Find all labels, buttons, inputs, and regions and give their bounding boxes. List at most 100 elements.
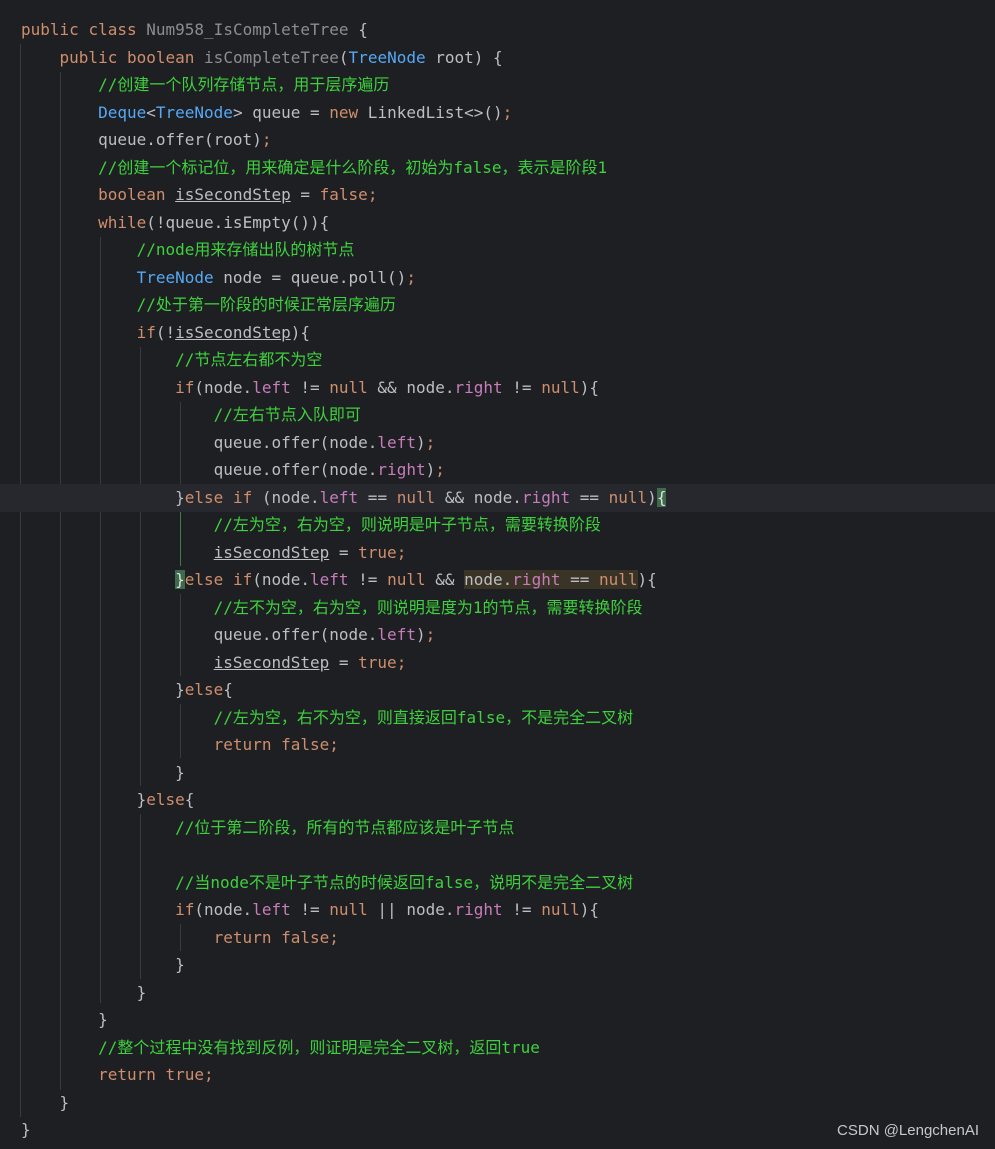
code-text: node. <box>464 570 513 589</box>
code-line-39[interactable]: return true; <box>0 1061 995 1089</box>
code-line-2[interactable]: public boolean isCompleteTree(TreeNode r… <box>0 44 995 72</box>
code-text: node = queue.poll() <box>213 268 407 287</box>
type-name: TreeNode <box>136 268 214 287</box>
keyword: while <box>98 213 147 232</box>
code-text: ){ <box>579 900 599 919</box>
code-line-24[interactable]: isSecondStep = true; <box>0 649 995 677</box>
code-line-26[interactable]: //左为空，右不为空，则直接返回false，不是完全二叉树 <box>0 704 995 732</box>
semicolon: ; <box>329 735 339 754</box>
code-text: } <box>21 1120 31 1139</box>
code-line-1[interactable]: public class Num958_IsCompleteTree { <box>0 16 995 44</box>
keyword: else <box>146 790 185 809</box>
code-line-25[interactable]: }else{ <box>0 676 995 704</box>
code-line-12[interactable]: if(!isSecondStep){ <box>0 319 995 347</box>
watermark: CSDN @LengchenAI <box>837 1122 979 1139</box>
code-line-29[interactable]: }else{ <box>0 786 995 814</box>
literal: null <box>599 570 638 589</box>
field: left <box>319 488 359 507</box>
code-text: && node. <box>435 488 522 507</box>
code-line-3[interactable]: //创建一个队列存储节点，用于层序遍历 <box>0 71 995 99</box>
code-line-16[interactable]: queue.offer(node.left); <box>0 429 995 457</box>
code-line-28[interactable]: } <box>0 759 995 787</box>
code-text: queue.offer(root) <box>98 130 262 149</box>
comment: //创建一个队列存储节点，用于层序遍历 <box>98 75 390 94</box>
code-line-21[interactable]: }else if(node.left != null && node.right… <box>0 566 995 594</box>
code-editor[interactable]: public class Num958_IsCompleteTree { pub… <box>0 0 995 1149</box>
code-line-23[interactable]: queue.offer(node.left); <box>0 621 995 649</box>
code-text: (node. <box>252 488 320 507</box>
code-line-38[interactable]: //整个过程中没有找到反例，则证明是完全二叉树，返回true <box>0 1034 995 1062</box>
code-line-7[interactable]: boolean isSecondStep = false; <box>0 181 995 209</box>
keyword: if <box>136 323 156 342</box>
code-text: != <box>502 900 542 919</box>
code-line-22[interactable]: //左不为空，右为空，则说明是度为1的节点，需要转换阶段 <box>0 594 995 622</box>
code-line-4[interactable]: Deque<TreeNode> queue = new LinkedList<>… <box>0 99 995 127</box>
keyword: boolean <box>126 48 195 67</box>
code-text: { <box>223 680 233 699</box>
code-line-20[interactable]: isSecondStep = true; <box>0 539 995 567</box>
code-text: = <box>290 185 320 204</box>
brace: { <box>358 20 368 39</box>
keyword: boolean <box>98 185 166 204</box>
code-text: ){ <box>579 378 599 397</box>
code-text: } <box>59 1093 70 1112</box>
code-line-14[interactable]: if(node.left != null && node.right != nu… <box>0 374 995 402</box>
literal: true <box>358 543 397 562</box>
code-line-8[interactable]: while(!queue.isEmpty()){ <box>0 209 995 237</box>
variable: isSecondStep <box>175 185 291 204</box>
code-line-31[interactable] <box>0 841 995 869</box>
code-text: ) <box>415 433 426 452</box>
code-line-27[interactable]: return false; <box>0 731 995 759</box>
code-line-15[interactable]: //左右节点入队即可 <box>0 401 995 429</box>
code-line-13[interactable]: //节点左右都不为空 <box>0 346 995 374</box>
code-line-19[interactable]: //左为空，右为空，则说明是叶子节点，需要转换阶段 <box>0 511 995 539</box>
literal: null <box>396 488 436 507</box>
comment: //左为空，右不为空，则直接返回false，不是完全二叉树 <box>213 708 634 727</box>
code-line-34[interactable]: return false; <box>0 924 995 952</box>
keyword: class <box>88 20 137 39</box>
literal: null <box>608 488 648 507</box>
semicolon: ; <box>396 653 407 672</box>
type-name: TreeNode <box>155 103 233 122</box>
code-line-9[interactable]: //node用来存储出队的树节点 <box>0 236 995 264</box>
code-line-30[interactable]: //位于第二阶段，所有的节点都应该是叶子节点 <box>0 814 995 842</box>
code-line-33[interactable]: if(node.left != null || node.right != nu… <box>0 896 995 924</box>
field: right <box>454 900 503 919</box>
code-line-36[interactable]: } <box>0 979 995 1007</box>
code-text: ) <box>415 625 426 644</box>
code-text: || node. <box>367 900 455 919</box>
code-line-10[interactable]: TreeNode node = queue.poll(); <box>0 264 995 292</box>
semicolon: ; <box>502 103 513 122</box>
keyword: new <box>329 103 359 122</box>
code-text: && <box>425 570 465 589</box>
semicolon: ; <box>329 928 339 947</box>
semicolon: ; <box>261 130 272 149</box>
semicolon: ; <box>406 268 416 287</box>
comment: //左为空，右为空，则说明是叶子节点，需要转换阶段 <box>213 515 601 534</box>
comment: //左右节点入队即可 <box>213 405 361 424</box>
code-line-35[interactable]: } <box>0 951 995 979</box>
literal: true <box>165 1065 205 1084</box>
code-line-11[interactable]: //处于第一阶段的时候正常层序遍历 <box>0 291 995 319</box>
literal: null <box>329 900 368 919</box>
code-text: root) { <box>425 48 503 67</box>
literal: null <box>329 378 368 397</box>
code-line-37[interactable]: } <box>0 1006 995 1034</box>
keyword: if <box>175 378 195 397</box>
semicolon: ; <box>396 543 407 562</box>
code-text: = <box>329 653 359 672</box>
code-line-32[interactable]: //当node不是叶子节点的时候返回false，说明不是完全二叉树 <box>0 869 995 897</box>
code-line-6[interactable]: //创建一个标记位，用来确定是什么阶段，初始为false，表示是阶段1 <box>0 154 995 182</box>
code-text: queue.offer(node. <box>213 433 378 452</box>
field: left <box>377 625 416 644</box>
code-line-40[interactable]: } <box>0 1089 995 1117</box>
code-text: ) <box>647 488 657 507</box>
code-text: = <box>329 543 359 562</box>
keyword: return <box>213 735 272 754</box>
code-line-17[interactable]: queue.offer(node.right); <box>0 456 995 484</box>
code-text: == <box>570 488 609 507</box>
code-text: (node. <box>194 378 253 397</box>
code-line-18-current[interactable]: }else if (node.left == null && node.righ… <box>0 484 995 512</box>
code-line-5[interactable]: queue.offer(root); <box>0 126 995 154</box>
keyword: if <box>232 570 253 589</box>
